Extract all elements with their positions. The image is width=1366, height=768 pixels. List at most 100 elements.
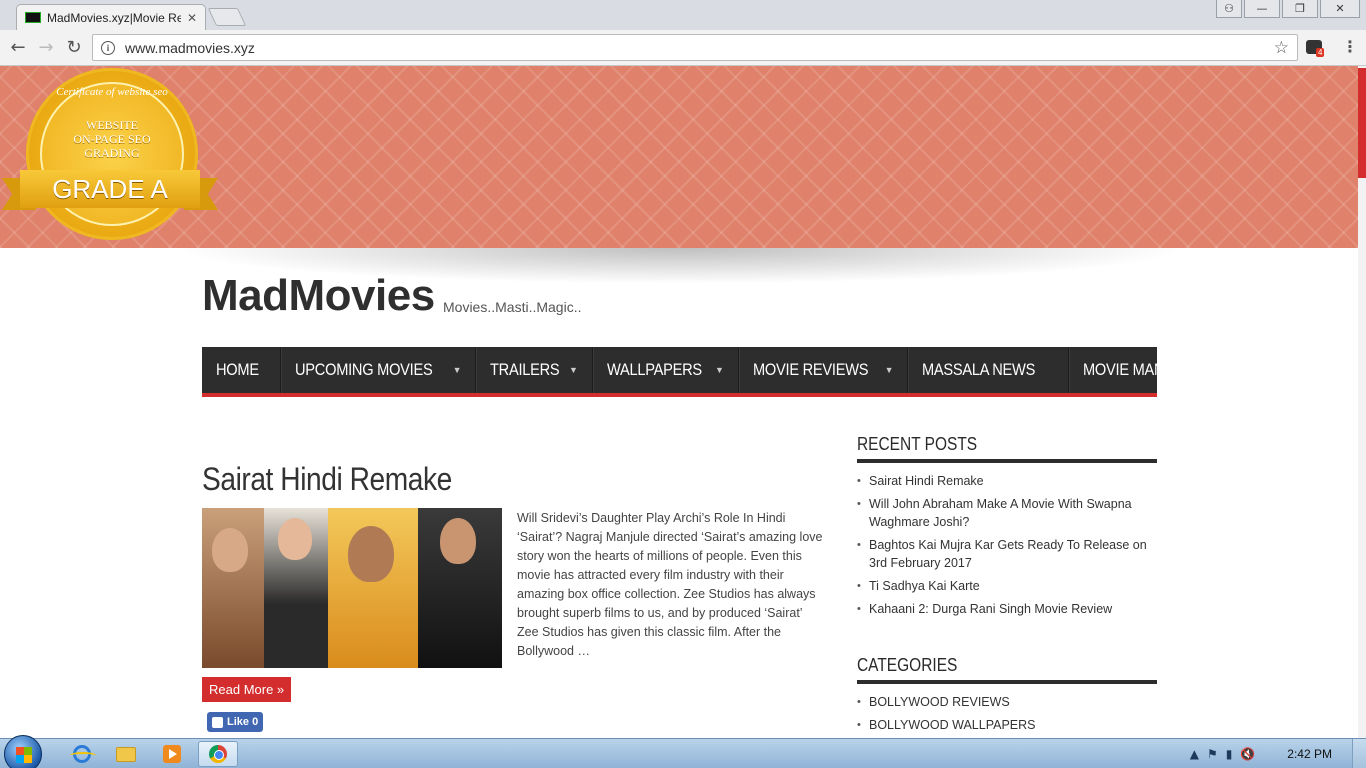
- page-viewport: Certificate of website seo WEBSITE ON-PA…: [0, 66, 1366, 738]
- thumb-person: [202, 508, 264, 668]
- extension-badge: 4: [1316, 48, 1325, 57]
- taskbar-media-player[interactable]: [152, 741, 192, 767]
- close-icon: ✕: [1335, 2, 1345, 15]
- categories-list: BOLLYWOOD REVIEWS BOLLYWOOD WALLPAPERS: [857, 693, 1157, 738]
- tab-close-icon[interactable]: ✕: [187, 11, 197, 25]
- new-tab-button[interactable]: [207, 8, 247, 26]
- badge-arc-text: Certificate of website seo: [56, 86, 168, 98]
- nav-item-movie-mania[interactable]: MOVIE MANIA: [1069, 347, 1207, 393]
- internet-explorer-icon: [70, 745, 96, 763]
- restore-button[interactable]: ❐: [1282, 0, 1318, 18]
- badge-ribbon: GRADE A: [2, 168, 218, 210]
- badge-line: ON-PAGE SEO: [73, 132, 151, 146]
- caret-down-icon: ▼: [884, 365, 894, 375]
- nav-item-trailers[interactable]: TRAILERS ▼: [476, 347, 593, 393]
- taskbar-chrome[interactable]: [198, 741, 238, 767]
- caret-down-icon: ▼: [569, 365, 578, 375]
- caret-down-icon: ▼: [715, 365, 724, 375]
- nav-item-massala-news[interactable]: MASSALA NEWS: [908, 347, 1069, 393]
- scrollbar-thumb[interactable]: [1358, 68, 1366, 178]
- minimize-button[interactable]: —: [1244, 0, 1280, 18]
- forward-button[interactable]: →: [36, 38, 56, 58]
- nav-item-home[interactable]: HOME: [202, 347, 281, 393]
- start-button[interactable]: [4, 735, 42, 768]
- thumb-person: [418, 508, 502, 668]
- reload-button[interactable]: ↻: [64, 38, 84, 58]
- show-hidden-icons-icon[interactable]: ▲: [1190, 747, 1199, 761]
- thumb-face: [348, 526, 394, 582]
- browser-tab[interactable]: MadMovies.xyz|Movie Re ✕: [16, 4, 206, 30]
- recent-posts-title: RECENT POSTS: [857, 434, 1157, 463]
- site-favicon-icon: [25, 12, 41, 23]
- folder-icon: [116, 746, 136, 762]
- seo-grade-badge[interactable]: Certificate of website seo WEBSITE ON-PA…: [2, 68, 218, 244]
- user-profile-button[interactable]: ⚇: [1216, 0, 1242, 18]
- address-bar[interactable]: i www.madmovies.xyz ☆: [92, 34, 1298, 61]
- read-more-button[interactable]: Read More »: [202, 677, 292, 702]
- browser-toolbar: ← → ↻ i www.madmovies.xyz ☆ 4 ⋮: [0, 30, 1366, 66]
- site-title[interactable]: MadMovies: [202, 271, 435, 321]
- chrome-icon: [209, 745, 227, 763]
- system-tray: ▲ ⚑ ▮ 🔇 2:42 PM: [1190, 739, 1366, 768]
- post-title[interactable]: Sairat Hindi Remake: [202, 461, 486, 498]
- taskbar-internet-explorer[interactable]: [62, 741, 102, 767]
- nav-label: HOME: [216, 360, 259, 379]
- volume-icon[interactable]: 🔇: [1240, 747, 1255, 761]
- nav-item-wallpapers[interactable]: WALLPAPERS ▼: [593, 347, 739, 393]
- categories-title: CATEGORIES: [857, 655, 1157, 684]
- reload-icon: ↻: [66, 37, 82, 58]
- extension-button[interactable]: 4: [1306, 38, 1325, 57]
- taskbar-file-explorer[interactable]: [106, 741, 146, 767]
- nav-label: MASSALA NEWS: [922, 360, 1036, 379]
- more-vert-icon: ⋮: [1342, 37, 1358, 56]
- page-scrollbar[interactable]: [1358, 66, 1366, 738]
- arrow-right-icon: →: [38, 37, 54, 58]
- category-link[interactable]: BOLLYWOOD WALLPAPERS: [857, 716, 1157, 734]
- arrow-left-icon: ←: [10, 37, 26, 58]
- minimize-icon: —: [1256, 2, 1268, 15]
- windows-taskbar: ▲ ⚑ ▮ 🔇 2:42 PM: [0, 735, 1366, 768]
- taskbar-clock[interactable]: 2:42 PM: [1287, 747, 1332, 761]
- recent-post-link[interactable]: Baghtos Kai Mujra Kar Gets Ready To Rele…: [857, 536, 1157, 572]
- recent-post-link[interactable]: Sairat Hindi Remake: [857, 472, 1157, 490]
- user-icon: ⚇: [1224, 2, 1234, 15]
- nav-label: UPCOMING MOVIES: [294, 360, 433, 379]
- back-button[interactable]: ←: [8, 38, 28, 58]
- thumb-person: [264, 508, 328, 668]
- chrome-menu-button[interactable]: ⋮: [1342, 37, 1358, 56]
- nav-item-movie-reviews[interactable]: MOVIE REVIEWS ▼: [739, 347, 909, 393]
- recent-post-link[interactable]: Will John Abraham Make A Movie With Swap…: [857, 495, 1157, 531]
- thumb-face: [278, 518, 312, 560]
- nav-label: WALLPAPERS: [606, 360, 702, 379]
- thumb-face: [212, 528, 248, 572]
- nav-item-upcoming-movies[interactable]: UPCOMING MOVIES ▼: [281, 347, 477, 393]
- bookmark-star-icon[interactable]: ☆: [1274, 38, 1289, 58]
- badge-line: WEBSITE: [86, 118, 138, 132]
- nav-label: MOVIE MANIA: [1082, 360, 1178, 379]
- window-controls: ⚇ — ❐ ✕: [1216, 0, 1360, 18]
- info-icon[interactable]: i: [101, 40, 115, 55]
- thumb-person: [328, 508, 418, 668]
- like-count: Like 0: [227, 716, 259, 728]
- widget-title-text: CATEGORIES: [857, 655, 958, 675]
- badge-text: WEBSITE ON-PAGE SEO GRADING: [42, 118, 182, 160]
- show-desktop-button[interactable]: [1352, 739, 1366, 768]
- windows-logo-icon: [16, 747, 32, 763]
- badge-line: GRADING: [84, 146, 140, 160]
- recent-post-link[interactable]: Ti Sadhya Kai Karte: [857, 577, 1157, 595]
- action-center-icon[interactable]: ⚑: [1207, 747, 1218, 761]
- post-thumbnail[interactable]: [202, 508, 502, 668]
- thumb-face: [440, 518, 476, 564]
- recent-posts-list: Sairat Hindi Remake Will John Abraham Ma…: [857, 472, 1157, 623]
- caret-down-icon: ▼: [452, 365, 462, 375]
- nav-label: TRAILERS: [490, 360, 560, 379]
- restore-icon: ❐: [1295, 2, 1305, 15]
- category-link[interactable]: BOLLYWOOD REVIEWS: [857, 693, 1157, 711]
- badge-grade: GRADE A: [52, 173, 168, 204]
- close-window-button[interactable]: ✕: [1320, 0, 1360, 18]
- facebook-like-button[interactable]: Like 0: [207, 712, 264, 732]
- network-icon[interactable]: ▮: [1226, 747, 1233, 761]
- url-text[interactable]: www.madmovies.xyz: [125, 40, 1274, 56]
- media-player-icon: [163, 745, 181, 763]
- recent-post-link[interactable]: Kahaani 2: Durga Rani Singh Movie Review: [857, 600, 1157, 618]
